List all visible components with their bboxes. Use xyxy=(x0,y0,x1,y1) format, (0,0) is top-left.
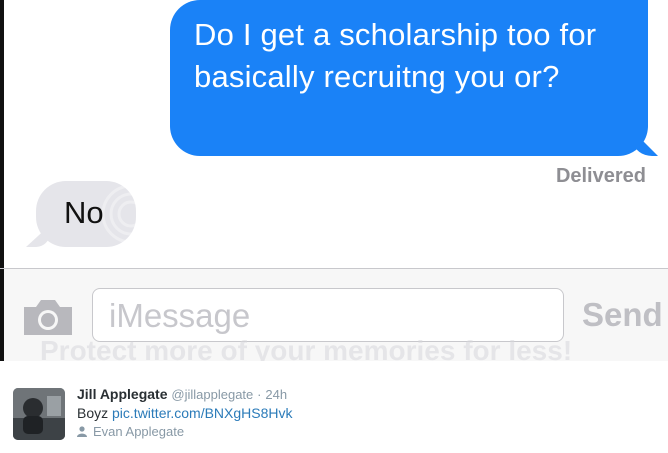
sent-message-text: Do I get a scholarship too for basically… xyxy=(194,17,597,94)
person-icon xyxy=(77,426,87,437)
tweet-handle[interactable]: @jillapplegate xyxy=(171,387,253,402)
delivery-status: Delivered xyxy=(555,165,646,187)
tweet-separator: · xyxy=(257,387,262,402)
tweet-tagged-user[interactable]: Evan Applegate xyxy=(77,424,184,439)
avatar-photo-icon xyxy=(13,388,65,440)
tweet-body: Boyz pic.twitter.com/BNXgHS8Hvk xyxy=(77,405,293,421)
send-button[interactable]: Send xyxy=(582,296,663,334)
message-placeholder: iMessage xyxy=(109,297,251,334)
message-input[interactable]: iMessage xyxy=(92,288,564,342)
tweet-card[interactable]: Jill Applegate @jillapplegate · 24h Boyz… xyxy=(0,361,668,453)
tweet-text: Boyz xyxy=(77,405,109,421)
message-composer: iMessage Send Protect more of your memor… xyxy=(0,268,668,361)
tweet-timestamp[interactable]: 24h xyxy=(265,387,287,402)
tweet-media-link[interactable]: pic.twitter.com/BNXgHS8Hvk xyxy=(112,405,293,421)
tagged-user-name: Evan Applegate xyxy=(93,424,185,439)
tweet-display-name[interactable]: Jill Applegate xyxy=(77,386,168,402)
overlay-watermark-text: Protect more of your memories for less! xyxy=(40,335,573,361)
watermark-circles-icon xyxy=(101,184,161,244)
imessage-screenshot: Do I get a scholarship too for basically… xyxy=(0,0,668,361)
received-message-bubble: No xyxy=(36,181,161,247)
avatar[interactable] xyxy=(13,388,65,440)
tweet-header: Jill Applegate @jillapplegate · 24h xyxy=(77,386,287,402)
composer-left-strip xyxy=(0,269,4,361)
camera-icon[interactable] xyxy=(20,297,76,337)
received-message-text: No xyxy=(64,195,104,230)
sent-message-bubble: Do I get a scholarship too for basically… xyxy=(170,0,648,156)
